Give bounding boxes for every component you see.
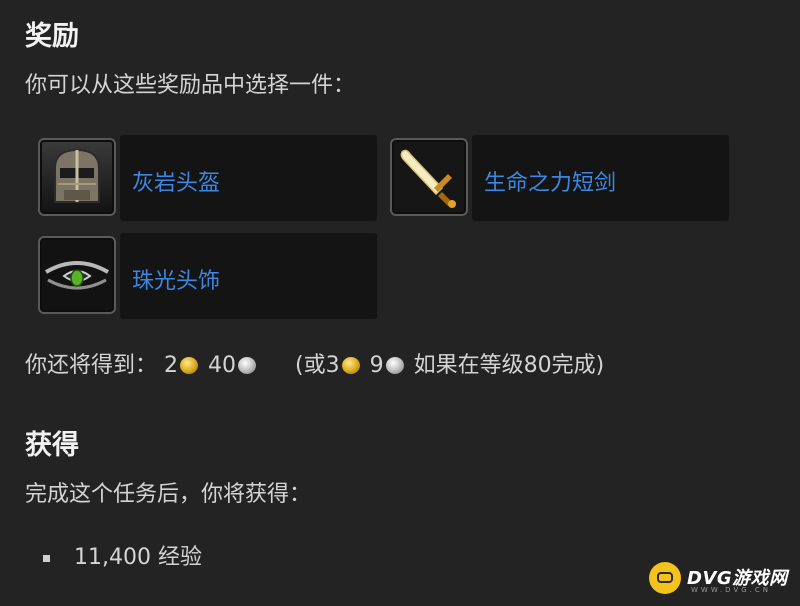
alt-silver-amount: 9 bbox=[369, 353, 384, 378]
silver-coin-icon bbox=[385, 357, 404, 374]
reward-link[interactable]: 珠光头饰 bbox=[132, 263, 220, 295]
reward-link[interactable]: 生命之力短剑 bbox=[484, 165, 616, 197]
watermark-domain: WWW.DVG.CN bbox=[691, 586, 772, 594]
silver-coin-icon bbox=[238, 357, 257, 374]
reward-name-box: 生命之力短剑 bbox=[472, 135, 729, 221]
gains-intro: 完成这个任务后，你将获得： bbox=[25, 482, 312, 507]
alt-gold-amount: 3 bbox=[325, 353, 340, 378]
experience-item: 11,400 经验 bbox=[74, 545, 202, 570]
helmet-icon[interactable] bbox=[38, 138, 116, 216]
alt-prefix: (或 bbox=[295, 353, 326, 378]
reward-name-box: 灰岩头盔 bbox=[120, 135, 377, 221]
gold-coin-icon bbox=[180, 357, 199, 374]
reward-link[interactable]: 灰岩头盔 bbox=[132, 165, 220, 197]
dagger-icon[interactable] bbox=[390, 138, 468, 216]
alt-suffix: 如果在等级80完成) bbox=[413, 353, 605, 378]
reward-name-box: 珠光头饰 bbox=[120, 233, 377, 319]
gamepad-icon bbox=[649, 562, 681, 594]
watermark-logo: DVG游戏网 WWW.DVG.CN bbox=[647, 560, 793, 596]
gains-heading: 获得 bbox=[25, 430, 79, 461]
gold-coin-icon bbox=[341, 357, 360, 374]
gold-amount: 2 bbox=[164, 353, 179, 378]
rewards-intro: 你可以从这些奖励品中选择一件： bbox=[25, 73, 356, 98]
circlet-icon[interactable] bbox=[38, 236, 116, 314]
silver-amount: 40 bbox=[208, 353, 237, 378]
money-line: 你还将得到： 2 40 (或3 9 如果在等级80完成) bbox=[25, 355, 604, 377]
rewards-heading: 奖励 bbox=[25, 21, 79, 52]
bullet-icon bbox=[43, 555, 50, 562]
money-label: 你还将得到： bbox=[25, 353, 158, 378]
